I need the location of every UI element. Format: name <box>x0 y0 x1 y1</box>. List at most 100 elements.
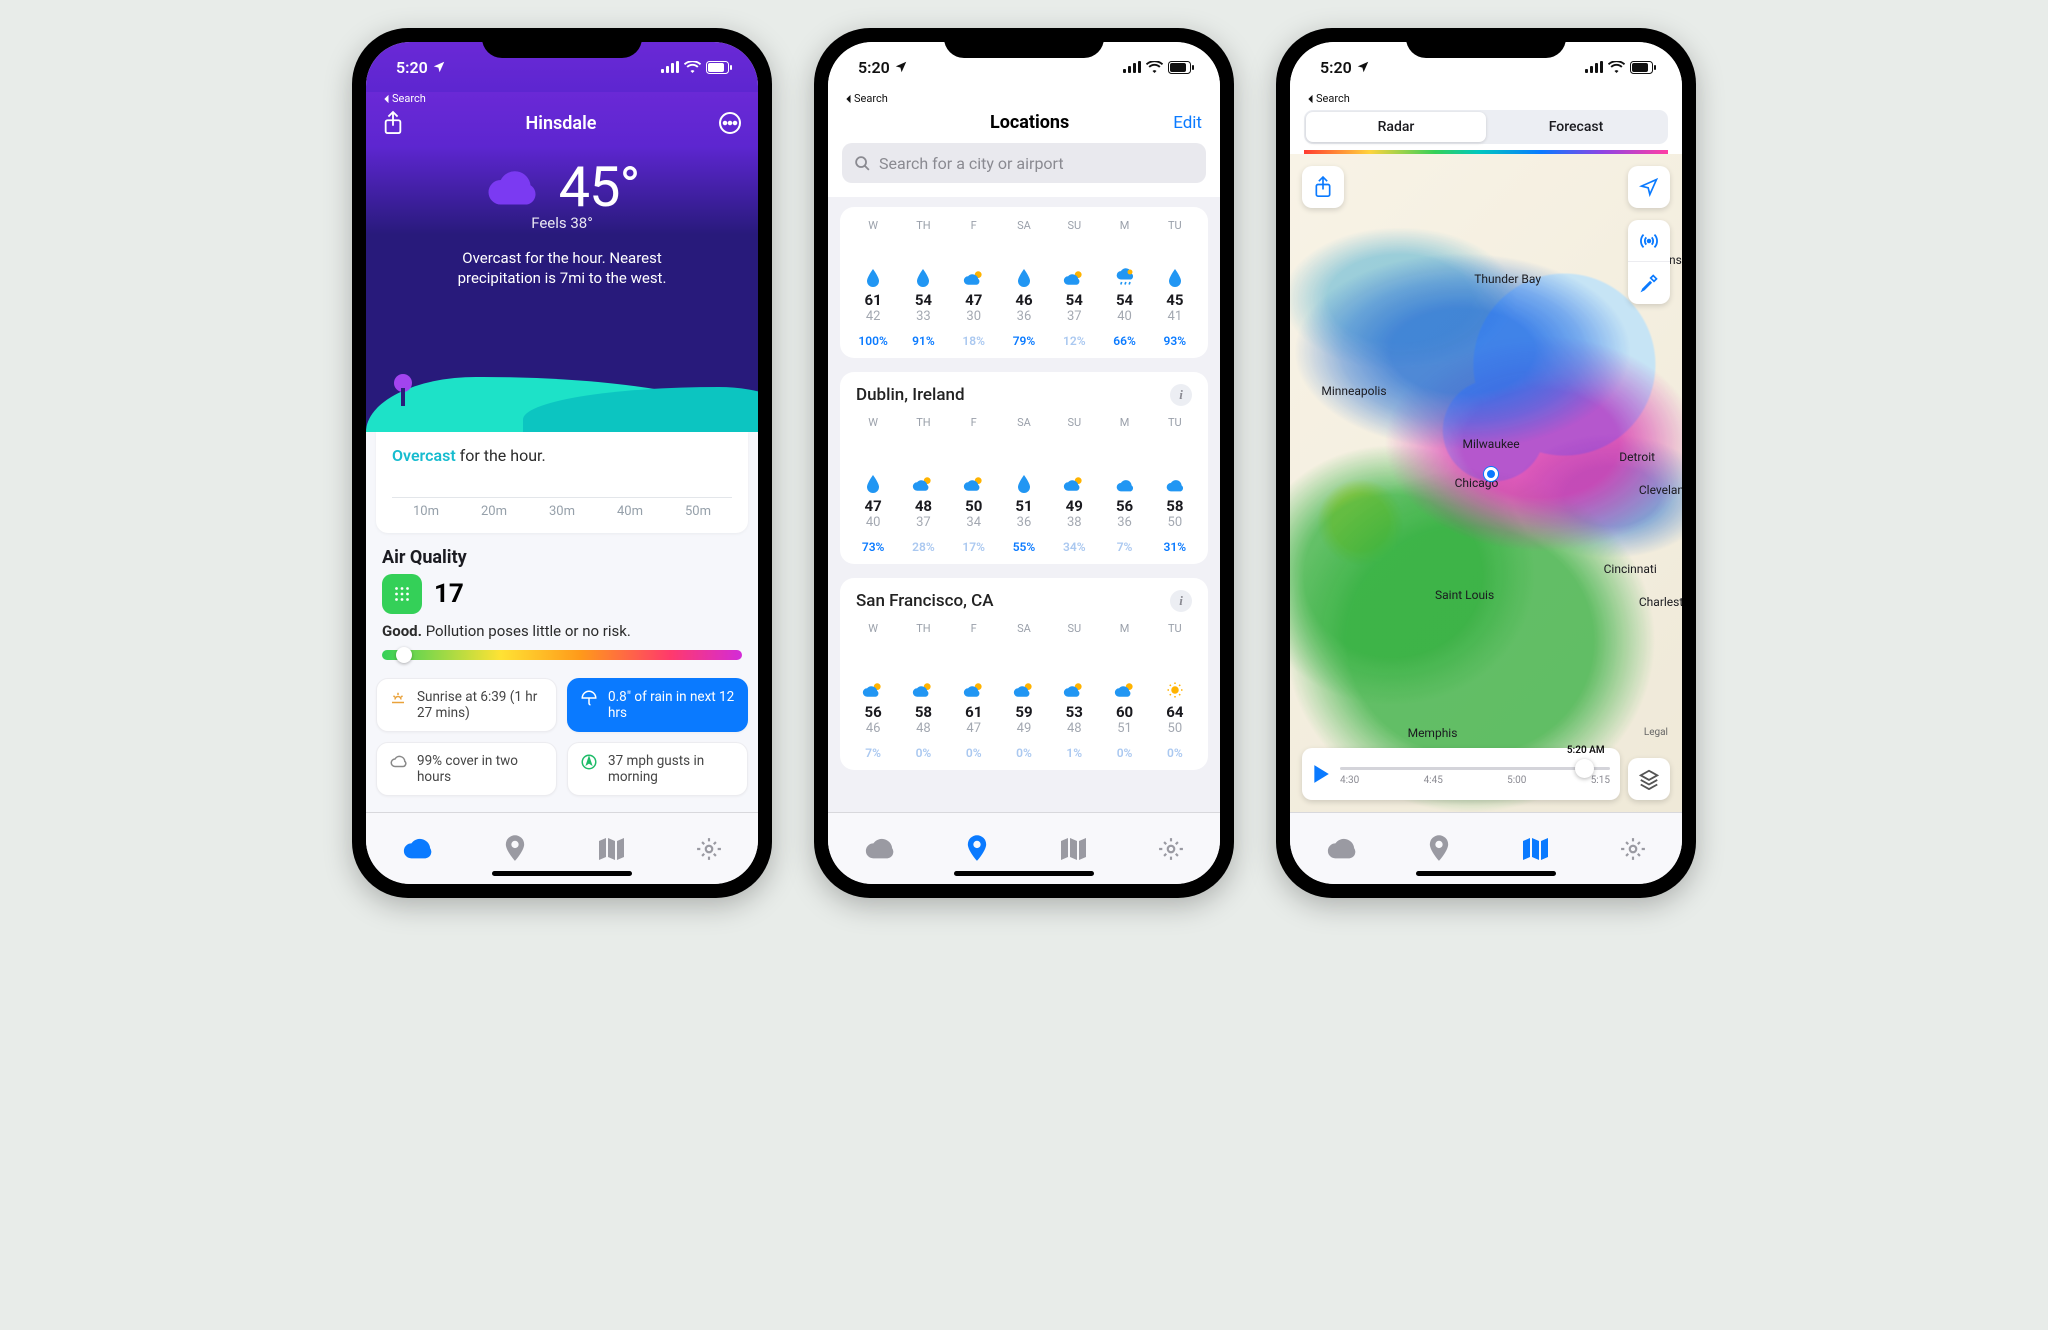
day-label: F <box>949 622 999 635</box>
cloud-icon <box>485 165 541 209</box>
forecast-day[interactable]: 56 46 <box>848 653 898 736</box>
timeline-tick: 10m <box>413 504 439 519</box>
forecast-day[interactable]: 56 36 <box>1099 459 1149 530</box>
tab-forecast[interactable] <box>1326 837 1356 861</box>
locations-body: Locations Edit Search for a city or airp… <box>828 92 1220 812</box>
search-input[interactable]: Search for a city or airport <box>842 143 1206 183</box>
forecast-day[interactable]: 45 41 <box>1150 241 1200 324</box>
tab-settings[interactable] <box>1158 836 1184 862</box>
legal-link[interactable]: Legal <box>1644 727 1668 738</box>
cover-chip[interactable]: 99% cover in two hours <box>376 742 557 796</box>
day-label: TH <box>898 416 948 429</box>
info-button[interactable]: i <box>1170 590 1192 612</box>
weather-icon <box>1165 471 1185 493</box>
forecast-day[interactable]: 46 36 <box>999 241 1049 324</box>
timeline-tick: 40m <box>617 504 643 519</box>
home-indicator <box>954 871 1094 876</box>
wind-text: 37 mph gusts in morning <box>608 753 735 785</box>
forecast-day[interactable]: 54 33 <box>898 253 948 324</box>
more-icon[interactable] <box>718 111 742 135</box>
precip-pct: 0% <box>898 746 948 760</box>
breadcrumb-back[interactable]: Search <box>1306 92 1350 105</box>
precip-pct: 0% <box>1099 746 1149 760</box>
breadcrumb-back[interactable]: Search <box>844 92 888 105</box>
share-icon <box>1313 175 1333 199</box>
forecast-day[interactable]: 50 34 <box>949 447 999 530</box>
tab-map[interactable] <box>1522 837 1548 861</box>
forecast-day[interactable]: 58 48 <box>898 653 948 736</box>
timeline-knob[interactable] <box>1575 759 1594 778</box>
forecast-day[interactable]: 47 30 <box>949 241 999 324</box>
nav-title: Locations <box>886 112 1173 133</box>
location-card[interactable]: San Francisco, CAiWTHFSASUMTU 56 46 58 4… <box>840 578 1208 770</box>
forecast-day[interactable]: 49 38 <box>1049 435 1099 530</box>
air-quality-bar <box>382 650 742 660</box>
tab-settings[interactable] <box>696 836 722 862</box>
forecast-day[interactable]: 48 37 <box>898 435 948 530</box>
tab-locations[interactable] <box>504 835 526 863</box>
layers-button[interactable] <box>1628 758 1670 800</box>
tab-forecast[interactable] <box>864 837 894 861</box>
tab-map[interactable] <box>1060 837 1086 861</box>
forecast-rest: for the hour. <box>456 446 546 465</box>
tab-locations[interactable] <box>966 835 988 863</box>
minute-timeline: 10m20m30m40m50m <box>392 497 732 519</box>
info-button[interactable]: i <box>1170 384 1192 406</box>
wifi-icon <box>1146 61 1163 73</box>
breadcrumb-back[interactable]: Search <box>382 92 426 105</box>
precip-pct: 100% <box>848 334 898 348</box>
weather-icon <box>866 471 880 493</box>
eyedropper-button[interactable] <box>1628 262 1670 304</box>
wifi-icon <box>684 61 701 73</box>
rain-chip[interactable]: 0.8" of rain in next 12 hrs <box>567 678 748 732</box>
edit-button[interactable]: Edit <box>1173 113 1202 133</box>
weather-icon <box>1013 677 1035 699</box>
forecast-day[interactable]: 61 47 <box>949 665 999 736</box>
forecast-day[interactable]: 60 51 <box>1099 665 1149 736</box>
location-name: Dublin, Ireland <box>856 385 965 405</box>
day-high: 50 <box>965 497 982 515</box>
day-high: 54 <box>1116 291 1133 309</box>
share-icon[interactable] <box>382 110 404 136</box>
day-label: SA <box>999 622 1049 635</box>
forecast-day[interactable]: 64 50 <box>1150 677 1200 736</box>
weather-icon <box>1063 265 1085 287</box>
precip-pct: 73% <box>848 540 898 554</box>
location-card[interactable]: WTHFSASUMTU 61 42 54 33 47 30 46 36 54 3… <box>840 207 1208 358</box>
forecast-day[interactable]: 58 50 <box>1150 471 1200 530</box>
timeline-track[interactable]: 5:20 AM 4:304:455:005:15 <box>1340 763 1610 786</box>
radar-map[interactable]: Thunder BayTimminsMinneapolisMilwaukeeDe… <box>1290 154 1682 812</box>
locations-list[interactable]: WTHFSASUMTU 61 42 54 33 47 30 46 36 54 3… <box>828 197 1220 812</box>
chevron-left-icon <box>1306 94 1314 104</box>
day-label: W <box>848 219 898 232</box>
precip-pct: 7% <box>848 746 898 760</box>
day-low: 40 <box>866 515 881 530</box>
screen: 5:20 Search Radar Forecast <box>1290 42 1682 884</box>
segment-radar[interactable]: Radar <box>1306 112 1486 142</box>
forecast-day[interactable]: 53 48 <box>1049 641 1099 736</box>
forecast-day[interactable]: 61 42 <box>848 265 898 324</box>
tab-forecast[interactable] <box>402 837 432 861</box>
day-high: 58 <box>915 703 932 721</box>
map-city-label: Milwaukee <box>1462 437 1519 451</box>
forecast-day[interactable]: 59 49 <box>999 653 1049 736</box>
location-card[interactable]: Dublin, IrelandiWTHFSASUMTU 47 40 48 37 … <box>840 372 1208 564</box>
play-button[interactable] <box>1312 764 1330 784</box>
broadcast-button[interactable] <box>1628 220 1670 262</box>
share-button[interactable] <box>1302 166 1344 208</box>
segment-forecast[interactable]: Forecast <box>1486 112 1666 142</box>
forecast-day[interactable]: 54 37 <box>1049 253 1099 324</box>
tab-settings[interactable] <box>1620 836 1646 862</box>
sunrise-chip[interactable]: Sunrise at 6:39 (1 hr 27 mins) <box>376 678 557 732</box>
day-label: SA <box>999 219 1049 232</box>
locate-button[interactable] <box>1628 166 1670 208</box>
broadcast-icon <box>1638 231 1660 251</box>
forecast-day[interactable]: 54 40 <box>1099 253 1149 324</box>
forecast-day[interactable]: 47 40 <box>848 435 898 530</box>
wind-chip[interactable]: 37 mph gusts in morning <box>567 742 748 796</box>
day-high: 58 <box>1166 497 1183 515</box>
forecast-day[interactable]: 51 36 <box>999 447 1049 530</box>
tab-locations[interactable] <box>1428 835 1450 863</box>
tab-map[interactable] <box>598 837 624 861</box>
hourly-card[interactable]: Overcast for the hour. 10m20m30m40m50m <box>376 432 748 533</box>
